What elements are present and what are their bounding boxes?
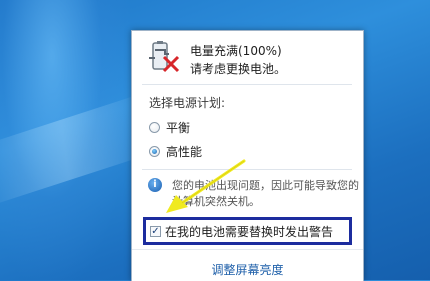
footer-divider	[132, 249, 363, 250]
divider	[142, 84, 352, 85]
battery-status-title: 电量充满(100%)	[190, 44, 282, 58]
power-plan-option-balanced[interactable]: 平衡	[149, 119, 190, 136]
radio-high-performance[interactable]	[149, 146, 160, 157]
replace-warning-option[interactable]: ✓ 在我的电池需要替换时发出警告	[143, 217, 352, 245]
radio-balanced[interactable]	[149, 122, 160, 133]
replace-warning-label: 在我的电池需要替换时发出警告	[165, 224, 334, 239]
battery-warning-icon	[149, 41, 180, 73]
check-mark-icon: ✓	[151, 225, 160, 237]
battery-status-subtitle: 请考虑更换电池。	[190, 62, 287, 76]
battery-flyout-panel: 电量充满(100%) 请考虑更换电池。 选择电源计划: 平衡 高性能 i 您的电…	[131, 30, 364, 281]
power-plan-option-label: 平衡	[166, 121, 191, 135]
pointer-arrow-icon	[166, 159, 246, 213]
power-plan-label: 选择电源计划:	[149, 96, 226, 110]
replace-warning-checkbox[interactable]: ✓	[150, 225, 161, 237]
adjust-brightness-link[interactable]: 调整屏幕亮度	[132, 261, 363, 278]
